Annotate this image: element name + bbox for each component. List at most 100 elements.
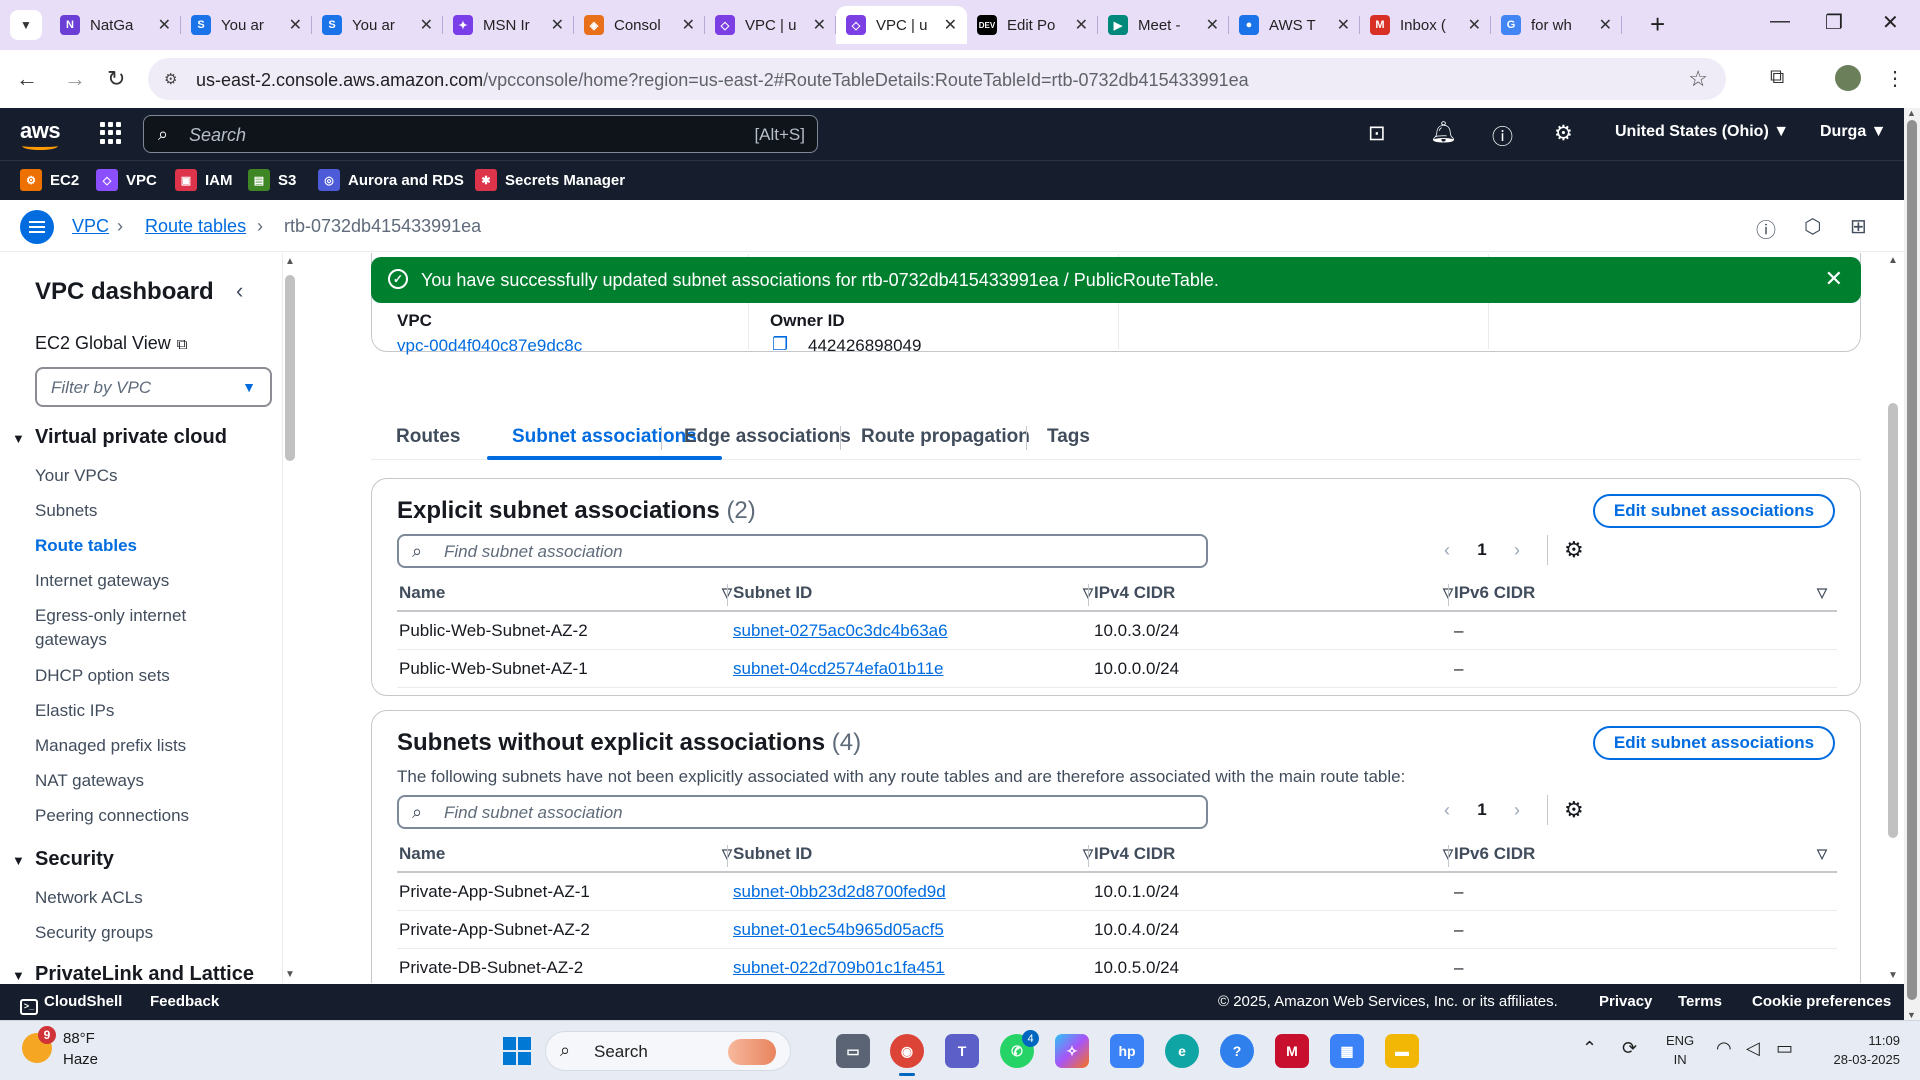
services-menu-icon[interactable]: [100, 122, 122, 144]
sidebar-item-subnets[interactable]: Subnets: [35, 498, 97, 523]
next-page-icon[interactable]: ›: [1507, 800, 1527, 821]
favorite-s3[interactable]: ▤ S3: [248, 169, 296, 191]
column-header-ipv4-cidr[interactable]: IPv4 CIDR: [1094, 837, 1175, 871]
column-header-name[interactable]: Name: [399, 837, 445, 871]
profile-avatar[interactable]: [1835, 65, 1861, 91]
tab-subnet-associations[interactable]: Subnet associations: [512, 426, 697, 448]
system-clock[interactable]: 11:09 28-03-2025: [1820, 1031, 1901, 1069]
favorite-secrets-manager[interactable]: ✱ Secrets Manager: [475, 169, 625, 191]
region-selector[interactable]: United States (Ohio) ▼: [1615, 123, 1789, 141]
close-tab-icon[interactable]: ✕: [1468, 15, 1481, 35]
sidebar-item-managed-prefix-lists[interactable]: Managed prefix lists: [35, 733, 186, 758]
find-subnet-association-input[interactable]: ⌕ Find subnet association: [397, 534, 1208, 568]
subnet-id-link[interactable]: subnet-022d709b01c1fa451: [733, 958, 945, 978]
page-scrollbar[interactable]: ▲ ▼: [1904, 108, 1920, 1020]
current-page[interactable]: 1: [1457, 800, 1507, 820]
sidebar-item-peering-connections[interactable]: Peering connections: [35, 803, 189, 828]
wifi-icon[interactable]: ◠: [1716, 1038, 1732, 1059]
sidebar-title[interactable]: VPC dashboard: [35, 278, 214, 306]
browser-menu-icon[interactable]: ⋮: [1885, 66, 1905, 91]
teams-icon[interactable]: T: [945, 1034, 979, 1068]
tab-search-dropdown[interactable]: ▼: [10, 10, 42, 40]
close-tab-icon[interactable]: ✕: [944, 15, 957, 35]
browser-tab[interactable]: M Inbox (✕: [1360, 6, 1491, 44]
close-tab-icon[interactable]: ✕: [813, 15, 826, 35]
sync-icon[interactable]: ⟳: [1622, 1038, 1637, 1059]
browser-tab[interactable]: ◇ VPC | u ✕: [836, 6, 967, 44]
edge-icon[interactable]: e: [1165, 1034, 1199, 1068]
table-preferences-gear-icon[interactable]: ⚙: [1564, 797, 1584, 823]
new-tab-button[interactable]: +: [1650, 10, 1665, 38]
reload-icon[interactable]: ↻: [107, 66, 125, 92]
side-navigation-toggle[interactable]: [20, 210, 54, 244]
section-security[interactable]: ▼ Security: [12, 848, 114, 871]
tab-routes[interactable]: Routes: [396, 426, 460, 448]
task-view-icon[interactable]: ▭: [836, 1034, 870, 1068]
address-bar[interactable]: ⚙ us-east-2.console.aws.amazon.com/vpcco…: [148, 58, 1726, 100]
back-arrow-icon[interactable]: ←: [16, 66, 38, 92]
section-privatelink[interactable]: ▼ PrivateLink and Lattice: [12, 963, 254, 983]
close-tab-icon[interactable]: ✕: [158, 15, 171, 35]
sidebar-item-elastic-ips[interactable]: Elastic IPs: [35, 698, 114, 723]
browser-tab[interactable]: Gfor wh ✕: [1491, 6, 1622, 44]
browser-tab[interactable]: ◈ Consol ✕: [574, 6, 705, 44]
help-icon[interactable]: ⓘ: [1492, 121, 1513, 151]
table-preferences-gear-icon[interactable]: ⚙: [1564, 537, 1584, 563]
cloudshell-icon[interactable]: ⊡: [1368, 121, 1386, 146]
breadcrumb-vpc-link[interactable]: VPC: [72, 216, 109, 237]
sidebar-item-network-acls[interactable]: Network ACLs: [35, 885, 143, 910]
input-language[interactable]: ENG IN: [1666, 1031, 1694, 1069]
weather-condition[interactable]: Haze: [63, 1051, 98, 1068]
favorite-vpc[interactable]: ◇ VPC: [96, 169, 157, 191]
subnet-id-link[interactable]: subnet-0bb23d2d8700fed9d: [733, 882, 946, 902]
sidebar-item-route-tables[interactable]: Route tables: [35, 533, 137, 558]
settings-gear-icon[interactable]: ⚙: [1554, 121, 1573, 146]
copilot-icon[interactable]: ✧: [1055, 1034, 1089, 1068]
section-virtual-private-cloud[interactable]: ▼ Virtual private cloud: [12, 426, 227, 449]
tab-route-propagation[interactable]: Route propagation: [861, 426, 1030, 448]
copy-icon[interactable]: ❐: [772, 334, 788, 355]
privacy-link[interactable]: Privacy: [1599, 993, 1652, 1010]
display-preferences-icon[interactable]: ⊞: [1850, 214, 1867, 239]
notifications-bell-icon[interactable]: 🔔︎: [1430, 121, 1457, 145]
previous-page-icon[interactable]: ‹: [1437, 800, 1457, 821]
subnet-id-link[interactable]: subnet-01ec54b965d05acf5: [733, 920, 944, 940]
close-tab-icon[interactable]: ✕: [682, 15, 695, 35]
current-page[interactable]: 1: [1457, 540, 1507, 560]
sort-caret-icon[interactable]: ▽: [1817, 837, 1827, 871]
column-header-subnet-id[interactable]: Subnet ID: [733, 576, 812, 610]
show-hidden-icons-chevron[interactable]: ⌃: [1582, 1038, 1597, 1059]
browser-tab[interactable]: N NatGa ✕: [50, 6, 181, 44]
bookmark-star-icon[interactable]: ☆: [1688, 66, 1708, 92]
breadcrumb-route-tables-link[interactable]: Route tables: [145, 216, 246, 237]
sidebar-item-security-groups[interactable]: Security groups: [35, 920, 153, 945]
sidebar-item-gateways[interactable]: gateways: [35, 627, 107, 652]
info-icon[interactable]: ⓘ: [1756, 214, 1776, 243]
close-tab-icon[interactable]: ✕: [1599, 15, 1612, 35]
subnet-id-link[interactable]: subnet-0275ac0c3dc4b63a6: [733, 621, 948, 641]
sidebar-item-egress-only-internet[interactable]: Egress-only internet: [35, 603, 186, 628]
get-help-icon[interactable]: ?: [1220, 1034, 1254, 1068]
weather-temperature[interactable]: 88°F: [63, 1030, 95, 1047]
close-tab-icon[interactable]: ✕: [1337, 15, 1350, 35]
extensions-icon[interactable]: ⧉: [1770, 66, 1784, 89]
edit-subnet-associations-button[interactable]: Edit subnet associations: [1593, 726, 1835, 760]
browser-tab[interactable]: S You ar ✕: [312, 6, 443, 44]
notifications-settings-icon[interactable]: ⬡: [1804, 214, 1821, 239]
collapse-sidebar-icon[interactable]: ‹: [236, 278, 243, 304]
ec2-global-view-link[interactable]: EC2 Global View ⧉: [35, 333, 187, 354]
sidebar-item-your-vpcs[interactable]: Your VPCs: [35, 463, 118, 488]
forward-arrow-icon[interactable]: →: [64, 66, 86, 92]
sidebar-item-dhcp-option-sets[interactable]: DHCP option sets: [35, 663, 170, 688]
close-window-button[interactable]: ✕: [1882, 10, 1899, 35]
next-page-icon[interactable]: ›: [1507, 540, 1527, 561]
browser-tab[interactable]: ◇ VPC | u ✕: [705, 6, 836, 44]
find-subnet-association-input[interactable]: ⌕ Find subnet association: [397, 795, 1208, 829]
edit-subnet-associations-button[interactable]: Edit subnet associations: [1593, 494, 1835, 528]
terms-link[interactable]: Terms: [1678, 993, 1722, 1010]
column-header-ipv6-cidr[interactable]: IPv6 CIDR: [1454, 837, 1535, 871]
subnet-id-link[interactable]: subnet-04cd2574efa01b11e: [733, 659, 943, 679]
close-tab-icon[interactable]: ✕: [551, 15, 564, 35]
restore-button[interactable]: ❐: [1825, 10, 1843, 35]
favorite-ec2[interactable]: ⚙ EC2: [20, 169, 79, 191]
